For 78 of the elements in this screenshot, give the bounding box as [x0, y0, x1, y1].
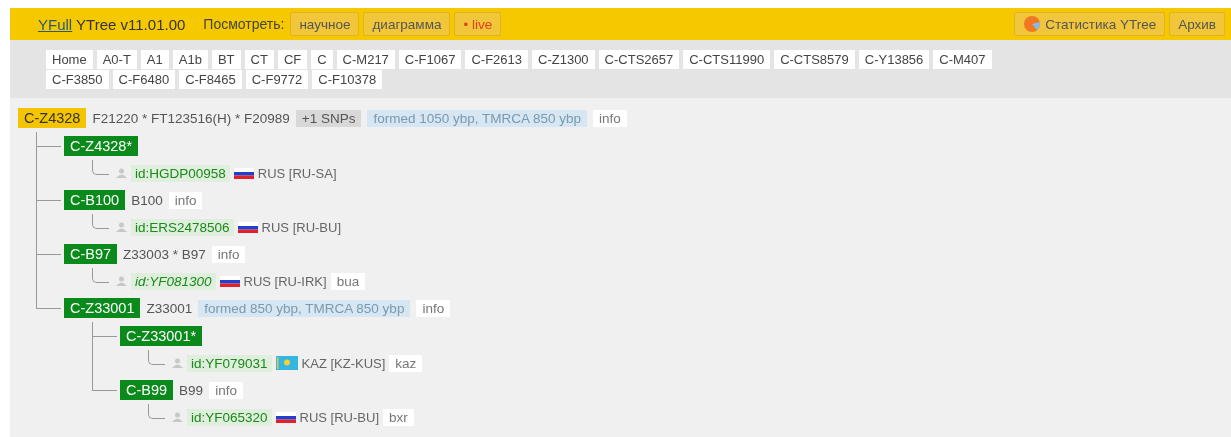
- info-link[interactable]: info: [416, 299, 451, 317]
- age-estimate: formed 1050 ybp, TMRCA 850 ybp: [367, 109, 588, 127]
- clade-tab[interactable]: C-CTS11990: [683, 50, 771, 69]
- view-button[interactable]: научное: [290, 12, 360, 36]
- clade-tab[interactable]: CF: [277, 50, 308, 69]
- archive-button[interactable]: Архив: [1169, 12, 1225, 36]
- snp-list: Z33003 * B97: [123, 246, 206, 262]
- clade-label[interactable]: C-Z4328: [18, 108, 87, 128]
- snp-list: Z33001: [146, 300, 193, 316]
- app-title: YTree v11.01.00: [76, 15, 186, 33]
- clade-label[interactable]: C-B97: [64, 244, 118, 264]
- view-label: Посмотреть:: [203, 16, 285, 32]
- clade-tab[interactable]: C-F9772: [245, 70, 309, 89]
- language-tag: bua: [330, 272, 366, 290]
- clade-tab[interactable]: A0-T: [96, 50, 137, 69]
- clade-tab[interactable]: C-Y13856: [858, 50, 930, 69]
- clade-label[interactable]: C-B99: [120, 380, 174, 400]
- pie-chart-icon: [1023, 15, 1042, 33]
- clade-tab[interactable]: C: [311, 50, 333, 69]
- more-snps-button[interactable]: +1 SNPs: [295, 109, 362, 127]
- age-estimate: formed 850 ybp, TMRCA 850 ybp: [198, 299, 411, 317]
- person-icon: [116, 168, 127, 178]
- clade-tab[interactable]: C-F10378: [312, 70, 383, 89]
- info-link[interactable]: info: [211, 245, 246, 263]
- clade-tab[interactable]: C-M217: [336, 50, 395, 69]
- brand-link[interactable]: YFull: [38, 15, 73, 33]
- tree-connector-line: [92, 214, 109, 229]
- info-link[interactable]: info: [168, 191, 203, 209]
- sample-id-link[interactable]: id:YF081300: [131, 272, 216, 290]
- snp-list: B99: [179, 382, 204, 398]
- person-icon: [172, 358, 183, 368]
- clade-label[interactable]: C-Z33001*: [120, 326, 203, 346]
- info-link[interactable]: info: [593, 109, 627, 127]
- flag-icon: [233, 167, 254, 179]
- tree-connector-line: [148, 404, 165, 419]
- snp-list: F21220 * FT123516(H) * F20989: [92, 110, 290, 126]
- sample-id-link[interactable]: id:HGDP00958: [131, 164, 230, 182]
- person-icon: [172, 412, 183, 422]
- clade-tab[interactable]: C-F3850: [46, 70, 109, 89]
- sample-location: RUS [RU-SA]: [257, 165, 337, 181]
- clade-tab[interactable]: C-F2613: [465, 50, 528, 69]
- clade-label[interactable]: C-B100: [64, 190, 126, 210]
- person-icon: [116, 276, 127, 286]
- clade-tab[interactable]: A1b: [172, 50, 208, 69]
- language-tag: kaz: [389, 354, 423, 372]
- sample-id-link[interactable]: id:YF065320: [187, 408, 272, 426]
- clade-tab[interactable]: CT: [244, 50, 274, 69]
- sample-id-link[interactable]: id:ERS2478506: [131, 218, 234, 236]
- clade-tab[interactable]: C-F6480: [112, 70, 176, 89]
- statistics-button[interactable]: Статистика YTree: [1014, 12, 1166, 36]
- sample-location: RUS [RU-BU]: [299, 409, 379, 425]
- sample-location: RUS [RU-IRK]: [243, 273, 327, 289]
- flag-icon: [275, 356, 298, 370]
- clade-tab[interactable]: Home: [46, 50, 93, 69]
- clade-tab[interactable]: C-CTS2657: [598, 50, 680, 69]
- language-tag: bxr: [383, 408, 414, 426]
- clade-tab[interactable]: BT: [211, 50, 241, 69]
- clade-tab[interactable]: A1: [140, 50, 169, 69]
- tree-connector-line: [92, 268, 109, 283]
- tree-connector-line: [148, 350, 165, 365]
- tree-connector-line: [92, 160, 109, 175]
- clade-tab[interactable]: C-F8465: [179, 70, 242, 89]
- sample-location: RUS [RU-BU]: [261, 219, 342, 235]
- flag-icon: [275, 411, 296, 423]
- snp-list: B100: [131, 192, 163, 208]
- flag-icon: [237, 221, 258, 233]
- clade-tab[interactable]: C-Z1300: [532, 50, 595, 69]
- info-link[interactable]: info: [209, 381, 243, 399]
- sample-id-link[interactable]: id:YF079031: [187, 354, 272, 372]
- clade-tab[interactable]: C-CTS8579: [774, 50, 855, 69]
- flag-icon: [219, 275, 240, 287]
- clade-label[interactable]: C-Z4328*: [64, 136, 139, 156]
- clade-tab[interactable]: C-F1067: [398, 50, 462, 69]
- view-button[interactable]: диаграмма: [363, 12, 451, 36]
- sample-location: KAZ [KZ-KUS]: [301, 355, 386, 371]
- clade-tab[interactable]: C-M407: [933, 50, 992, 69]
- person-icon: [116, 222, 127, 232]
- clade-label[interactable]: C-Z33001: [64, 298, 141, 318]
